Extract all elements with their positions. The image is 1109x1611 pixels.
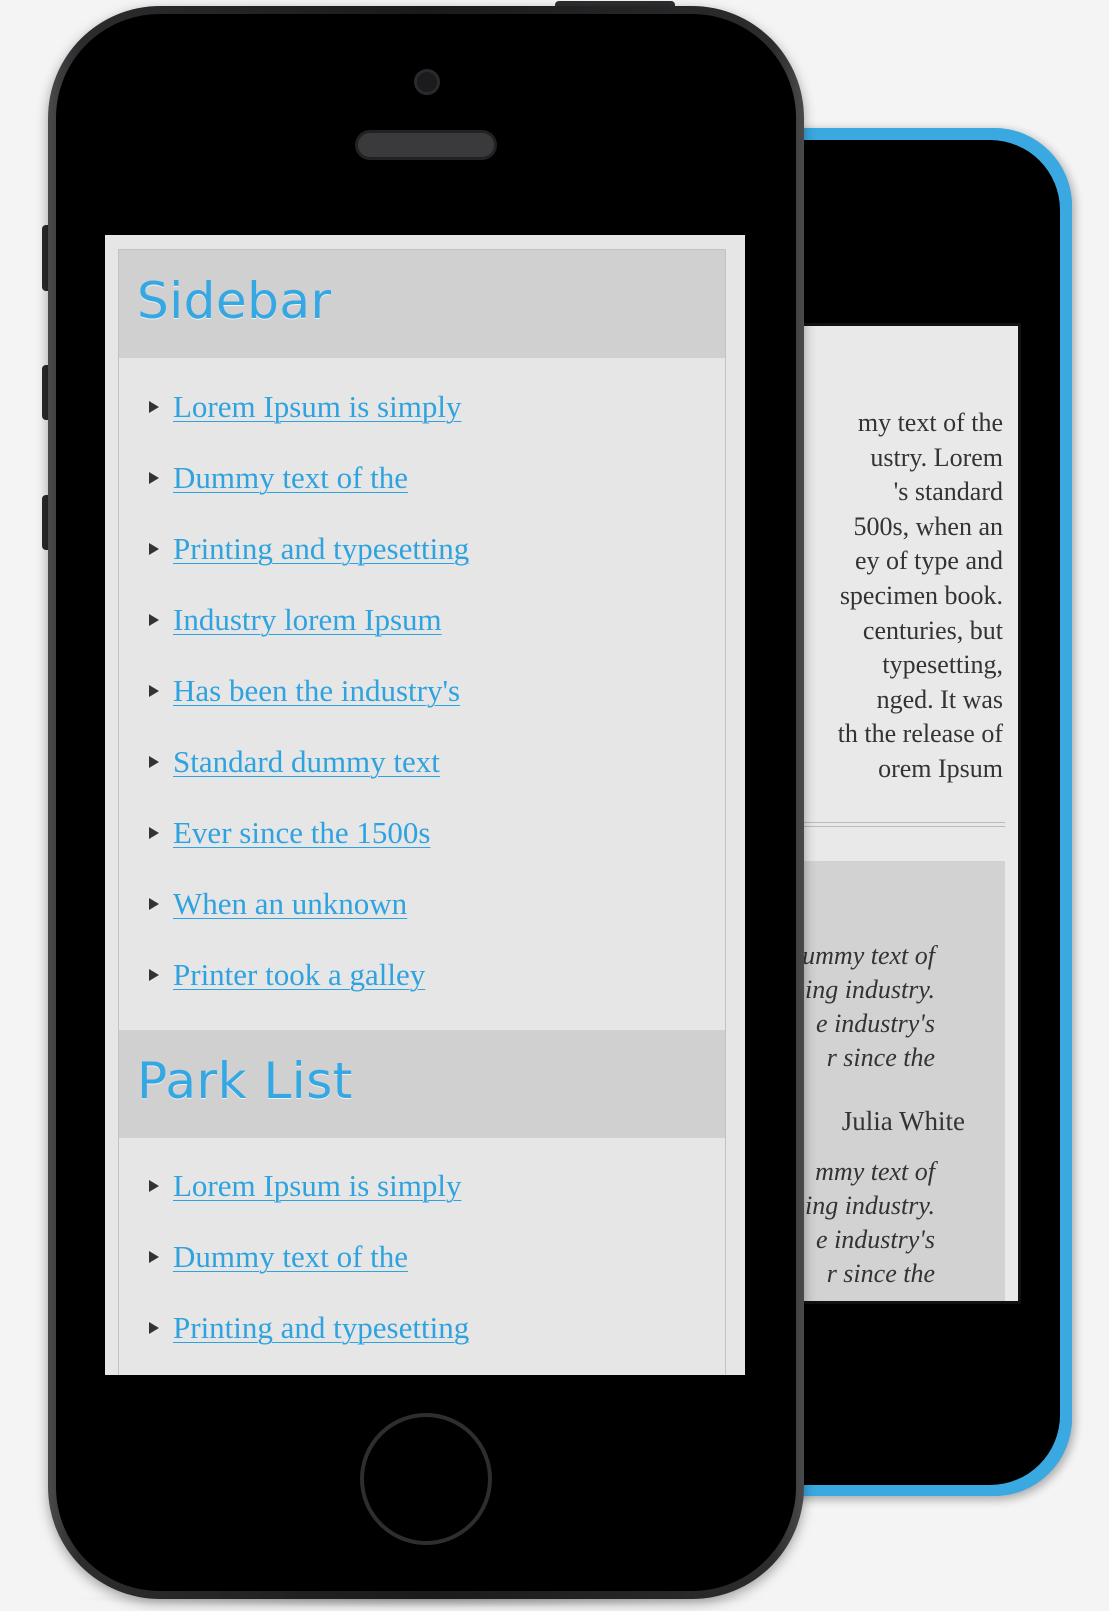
arrow-right-icon	[149, 1251, 159, 1263]
sidebar-title: Sidebar	[137, 272, 332, 330]
park-list-header: Park List	[119, 1030, 725, 1138]
sidebar-link-item[interactable]: Printing and typesetting	[149, 529, 469, 569]
sidebar-panel: Sidebar Lorem Ipsum is simply Dummy text…	[118, 249, 726, 1375]
sidebar-link-item[interactable]: Standard dummy text	[149, 742, 440, 782]
quote-line: e industry's	[816, 1009, 935, 1038]
sidebar-link-item[interactable]: When an unknown	[149, 884, 407, 924]
arrow-right-icon	[149, 401, 159, 413]
park-list-link[interactable]: Printing and typesetting	[173, 1310, 469, 1346]
park-list-link[interactable]: Dummy text of the	[173, 1239, 408, 1275]
sidebar-link[interactable]: Dummy text of the	[173, 460, 408, 496]
sidebar-link-item[interactable]: Lorem Ipsum is simply	[149, 387, 461, 427]
sidebar-link-item[interactable]: Dummy text of the	[149, 458, 408, 498]
sidebar-link-item[interactable]: Ever since the 1500s	[149, 813, 430, 853]
quote-line: mmy text of	[815, 1157, 935, 1186]
quote-line: e industry's	[816, 1225, 935, 1254]
park-list-title: Park List	[137, 1052, 353, 1110]
quote-line: ing industry.	[804, 1191, 935, 1220]
quote-line: r since the	[826, 1043, 935, 1072]
sidebar-link[interactable]: Lorem Ipsum is simply	[173, 389, 461, 425]
park-list-link-item[interactable]: Printing and typesetting	[149, 1308, 469, 1348]
sidebar-link-item[interactable]: Has been the industry's	[149, 671, 460, 711]
sidebar-link[interactable]: Has been the industry's	[173, 673, 460, 709]
arrow-right-icon	[149, 898, 159, 910]
sidebar-link[interactable]: Printing and typesetting	[173, 531, 469, 567]
arrow-right-icon	[149, 756, 159, 768]
arrow-right-icon	[149, 472, 159, 484]
speaker-grille	[355, 130, 497, 160]
park-list-link-item[interactable]: Dummy text of the	[149, 1237, 408, 1277]
sidebar-link[interactable]: Standard dummy text	[173, 744, 440, 780]
arrow-right-icon	[149, 685, 159, 697]
arrow-right-icon	[149, 1322, 159, 1334]
arrow-right-icon	[149, 1180, 159, 1192]
sidebar-link[interactable]: When an unknown	[173, 886, 407, 922]
park-list-link[interactable]: Lorem Ipsum is simply	[173, 1168, 461, 1204]
home-button[interactable]	[360, 1413, 492, 1545]
sidebar-header: Sidebar	[119, 250, 725, 358]
sidebar-link[interactable]: Printer took a galley	[173, 957, 425, 993]
sidebar-link-item[interactable]: Printer took a galley	[149, 955, 425, 995]
quote-author: Julia White	[841, 1106, 965, 1136]
arrow-right-icon	[149, 543, 159, 555]
sidebar-link[interactable]: Ever since the 1500s	[173, 815, 430, 851]
arrow-right-icon	[149, 614, 159, 626]
sidebar-link-item[interactable]: Industry lorem Ipsum	[149, 600, 442, 640]
quote-line: ummy text of	[802, 941, 935, 970]
arrow-right-icon	[149, 969, 159, 981]
park-list-link-item[interactable]: Lorem Ipsum is simply	[149, 1166, 461, 1206]
sidebar-link[interactable]: Industry lorem Ipsum	[173, 602, 442, 638]
quote-line: ing industry.	[804, 975, 935, 1004]
arrow-right-icon	[149, 827, 159, 839]
front-phone-screen: Sidebar Lorem Ipsum is simply Dummy text…	[105, 235, 745, 1375]
camera-icon	[414, 69, 440, 95]
quote-line: r since the	[826, 1259, 935, 1288]
